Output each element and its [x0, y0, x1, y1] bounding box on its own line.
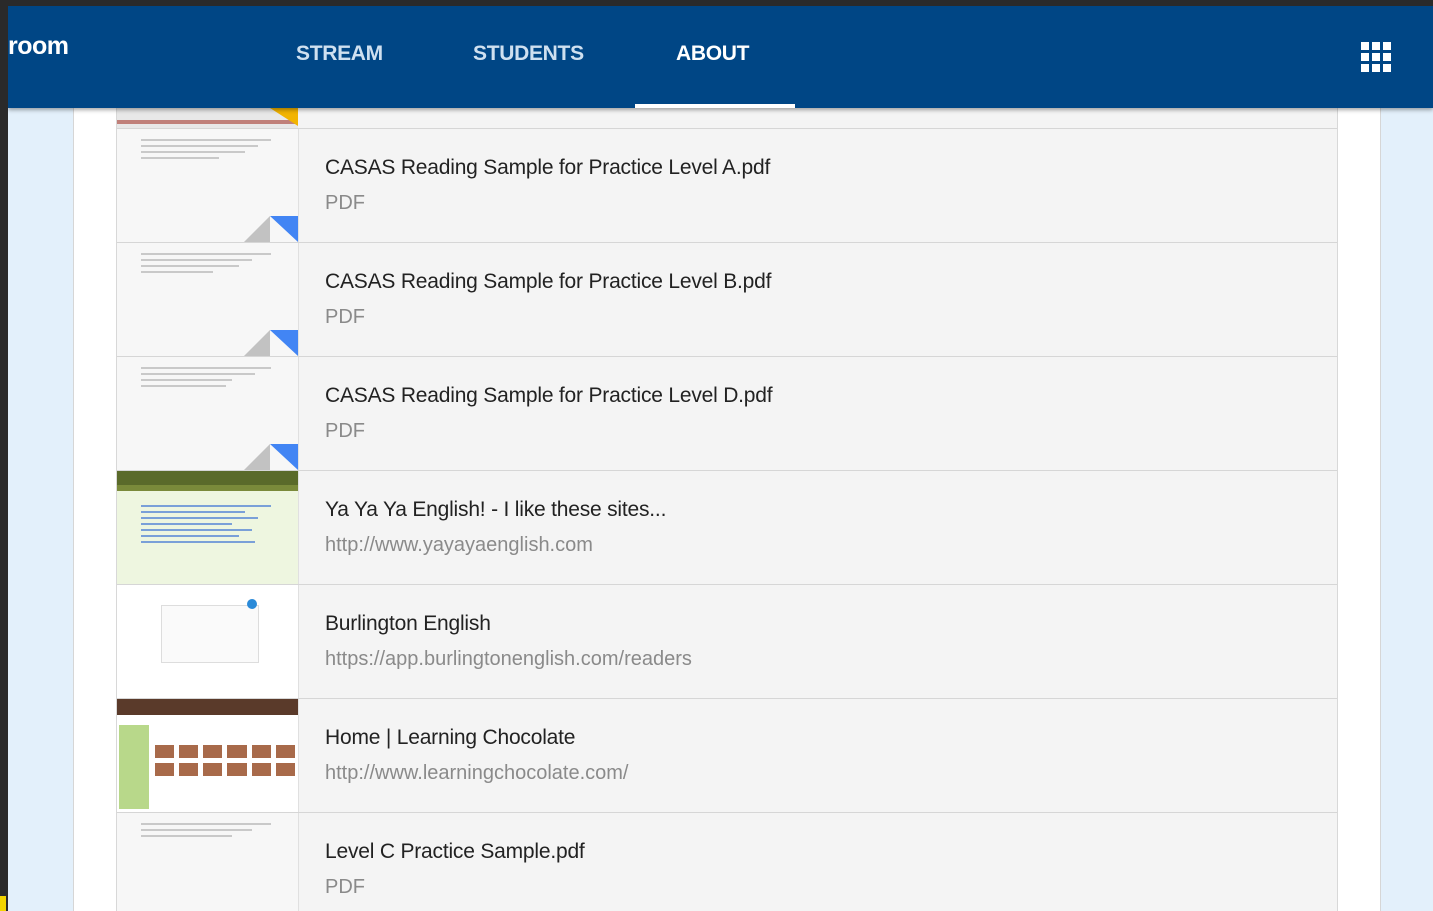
- app-brand: room: [8, 32, 69, 60]
- list-item[interactable]: CASAS Reading Sample for Practice Level …: [117, 243, 1337, 357]
- desktop-edge-mark: [0, 896, 6, 911]
- top-app-bar: room STREAM STUDENTS ABOUT: [8, 6, 1433, 108]
- materials-list: CASAS Reading Sample for Practice Level …: [116, 108, 1338, 911]
- material-link[interactable]: http://www.learningchocolate.com/: [325, 762, 629, 785]
- website-thumbnail: [117, 699, 299, 812]
- list-item-partial[interactable]: [117, 108, 1337, 129]
- website-thumbnail: [117, 471, 299, 584]
- list-item[interactable]: Home | Learning Chocolate http://www.lea…: [117, 699, 1337, 813]
- list-item[interactable]: CASAS Reading Sample for Practice Level …: [117, 129, 1337, 243]
- material-type: PDF: [325, 192, 365, 214]
- material-title[interactable]: CASAS Reading Sample for Practice Level …: [325, 384, 773, 408]
- website-thumbnail: [117, 585, 299, 698]
- list-item[interactable]: Burlington English https://app.burlingto…: [117, 585, 1337, 699]
- tab-students[interactable]: STUDENTS: [473, 42, 584, 66]
- pdf-thumbnail: [117, 243, 299, 356]
- material-title[interactable]: Ya Ya Ya English! - I like these sites..…: [325, 498, 666, 522]
- material-type: PDF: [325, 876, 365, 898]
- active-tab-indicator: [635, 104, 795, 108]
- pdf-thumbnail: [117, 129, 299, 242]
- list-item[interactable]: Ya Ya Ya English! - I like these sites..…: [117, 471, 1337, 585]
- material-thumbnail: [117, 108, 298, 128]
- material-title[interactable]: CASAS Reading Sample for Practice Level …: [325, 270, 771, 294]
- grid-apps-icon[interactable]: [1361, 42, 1391, 72]
- tab-about[interactable]: ABOUT: [676, 42, 749, 66]
- material-title[interactable]: Burlington English: [325, 612, 491, 636]
- material-title[interactable]: CASAS Reading Sample for Practice Level …: [325, 156, 770, 180]
- material-title[interactable]: Home | Learning Chocolate: [325, 726, 575, 750]
- tab-stream[interactable]: STREAM: [296, 42, 383, 66]
- list-item[interactable]: CASAS Reading Sample for Practice Level …: [117, 357, 1337, 471]
- material-type: PDF: [325, 306, 365, 328]
- material-title[interactable]: Level C Practice Sample.pdf: [325, 840, 585, 864]
- classroom-window: room STREAM STUDENTS ABOUT CASAS Reading…: [8, 6, 1433, 911]
- list-item[interactable]: Level C Practice Sample.pdf PDF: [117, 813, 1337, 911]
- pdf-thumbnail: [117, 813, 299, 911]
- material-type: PDF: [325, 420, 365, 442]
- pdf-thumbnail: [117, 357, 299, 470]
- material-link[interactable]: https://app.burlingtonenglish.com/reader…: [325, 648, 692, 671]
- material-link[interactable]: http://www.yayayaenglish.com: [325, 534, 593, 557]
